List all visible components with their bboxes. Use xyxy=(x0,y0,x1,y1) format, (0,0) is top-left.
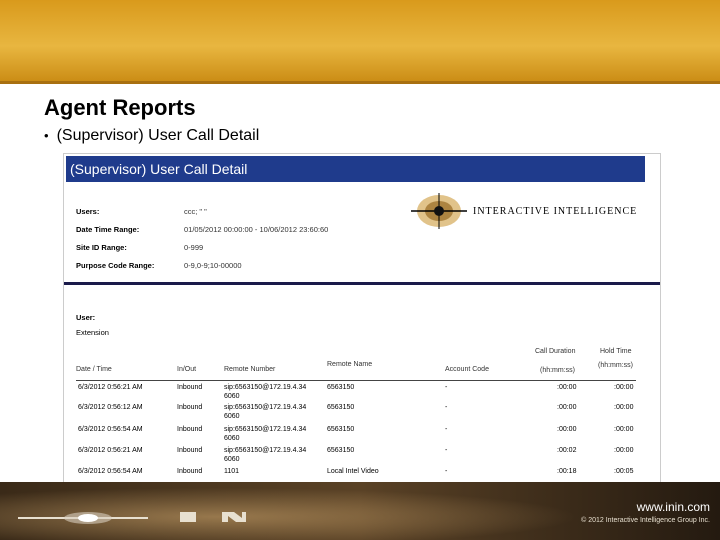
param-label: Site ID Range: xyxy=(76,242,127,252)
cell-remote-name: 6563150 xyxy=(327,404,355,411)
cell-hold: :00:00 xyxy=(614,384,634,391)
report-divider xyxy=(64,282,660,285)
report-header: (Supervisor) User Call Detail xyxy=(66,156,645,182)
cell-remote-number-ext: 6060 xyxy=(224,456,240,463)
cell-remote-name: 6563150 xyxy=(327,384,355,391)
col-header-remote-number: Remote Number xyxy=(224,366,276,373)
cell-remote-number-ext: 6060 xyxy=(224,413,240,420)
bullet-item: • (Supervisor) User Call Detail xyxy=(44,127,259,145)
param-row: Site ID Range: 0-999 xyxy=(76,238,328,256)
report-screenshot: (Supervisor) User Call Detail Users: ccc;… xyxy=(63,153,661,485)
param-label: Purpose Code Range: xyxy=(76,260,155,270)
cell-remote-number: sip:6563150@172.19.4.34 xyxy=(224,426,307,433)
cell-duration: :00:00 xyxy=(557,384,577,391)
cell-account-code: - xyxy=(445,426,448,433)
col-header-remote-name: Remote Name xyxy=(327,361,373,368)
cell-direction: Inbound xyxy=(177,384,203,391)
col-header-hold-time-unit: (hh:mm:ss) xyxy=(598,362,633,369)
param-value: 01/05/2012 00:00:00 - 10/06/2012 23:60:6… xyxy=(184,224,329,234)
cell-remote-number: 1101 xyxy=(224,468,240,475)
extension-label: Extension xyxy=(76,328,109,337)
table-header-line xyxy=(76,380,636,381)
interactive-intelligence-logo: INTERACTIVE INTELLIGENCE xyxy=(409,186,649,236)
footer-url[interactable]: www.inin.com xyxy=(637,500,710,514)
cell-duration: :00:02 xyxy=(557,447,577,454)
cell-remote-number-ext: 6060 xyxy=(224,393,240,400)
cell-direction: Inbound xyxy=(177,468,203,475)
cell-account-code: - xyxy=(445,384,448,391)
param-value: ccc; " " xyxy=(184,206,207,216)
cell-account-code: - xyxy=(445,447,448,454)
cell-direction: Inbound xyxy=(177,447,203,454)
cell-account-code: - xyxy=(445,468,448,475)
table-row: 6/3/2012 0:56:54 AM Inbound sip:6563150@… xyxy=(64,426,660,446)
cell-remote-number-ext: 6060 xyxy=(224,435,240,442)
cell-date: 6/3/2012 0:56:54 AM xyxy=(78,426,143,433)
swirl-logo-icon xyxy=(411,193,467,229)
table-row: 6/3/2012 0:56:21 AM Inbound sip:6563150@… xyxy=(64,447,660,467)
cell-hold: :00:05 xyxy=(614,468,634,475)
cell-remote-number: sip:6563150@172.19.4.34 xyxy=(224,447,307,454)
cell-date: 6/3/2012 0:56:21 AM xyxy=(78,384,143,391)
cell-remote-number: sip:6563150@172.19.4.34 xyxy=(224,404,307,411)
cell-date: 6/3/2012 0:56:12 AM xyxy=(78,404,143,411)
cell-duration: :00:18 xyxy=(557,468,577,475)
footer-copyright: © 2012 Interactive Intelligence Group In… xyxy=(581,517,710,524)
cell-hold: :00:00 xyxy=(614,447,634,454)
cell-duration: :00:00 xyxy=(557,426,577,433)
cell-direction: Inbound xyxy=(177,426,203,433)
table-row: 6/3/2012 0:56:12 AM Inbound sip:6563150@… xyxy=(64,404,660,424)
param-value: 0-9,0-9;10-00000 xyxy=(184,260,242,270)
footer-band xyxy=(0,482,720,540)
bullet-dot-icon: • xyxy=(44,128,49,143)
col-header-call-duration: Call Duration xyxy=(535,348,576,355)
col-header-account-code: Account Code xyxy=(445,366,489,373)
cell-hold: :00:00 xyxy=(614,426,634,433)
cell-direction: Inbound xyxy=(177,404,203,411)
cell-remote-name: Local Intel Video xyxy=(327,468,379,475)
cell-date: 6/3/2012 0:56:54 AM xyxy=(78,468,143,475)
param-label: Users: xyxy=(76,206,100,216)
report-parameters: Users: ccc; " " Date Time Range: 01/05/201… xyxy=(76,202,328,274)
param-row: Purpose Code Range: 0-9,0-9;10-00000 xyxy=(76,256,328,274)
cell-remote-name: 6563150 xyxy=(327,426,355,433)
cell-remote-number: sip:6563150@172.19.4.34 xyxy=(224,384,307,391)
param-label: Date Time Range: xyxy=(76,224,140,234)
param-value: 0-999 xyxy=(184,242,204,252)
cell-date: 6/3/2012 0:56:21 AM xyxy=(78,447,143,454)
cell-account-code: - xyxy=(445,404,448,411)
param-row: Date Time Range: 01/05/2012 00:00:00 - 10… xyxy=(76,220,328,238)
table-row: 6/3/2012 0:56:21 AM Inbound sip:6563150@… xyxy=(64,384,660,404)
cell-duration: :00:00 xyxy=(557,404,577,411)
slide-title: Agent Reports xyxy=(44,95,196,120)
param-row: Users: ccc; " " xyxy=(76,202,328,220)
col-header-in-out: In/Out xyxy=(177,366,197,373)
bullet-text: (Supervisor) User Call Detail xyxy=(56,127,260,144)
col-header-hold-time: Hold Time xyxy=(600,348,632,355)
col-header-call-duration-unit: (hh:mm:ss) xyxy=(540,367,575,374)
header-band xyxy=(0,0,720,84)
cell-hold: :00:00 xyxy=(614,404,634,411)
col-header-date-time: Date / Time xyxy=(76,366,112,373)
cell-remote-name: 6563150 xyxy=(327,447,355,454)
user-label: User: xyxy=(76,313,96,322)
logo-text: INTERACTIVE INTELLIGENCE xyxy=(473,205,638,217)
